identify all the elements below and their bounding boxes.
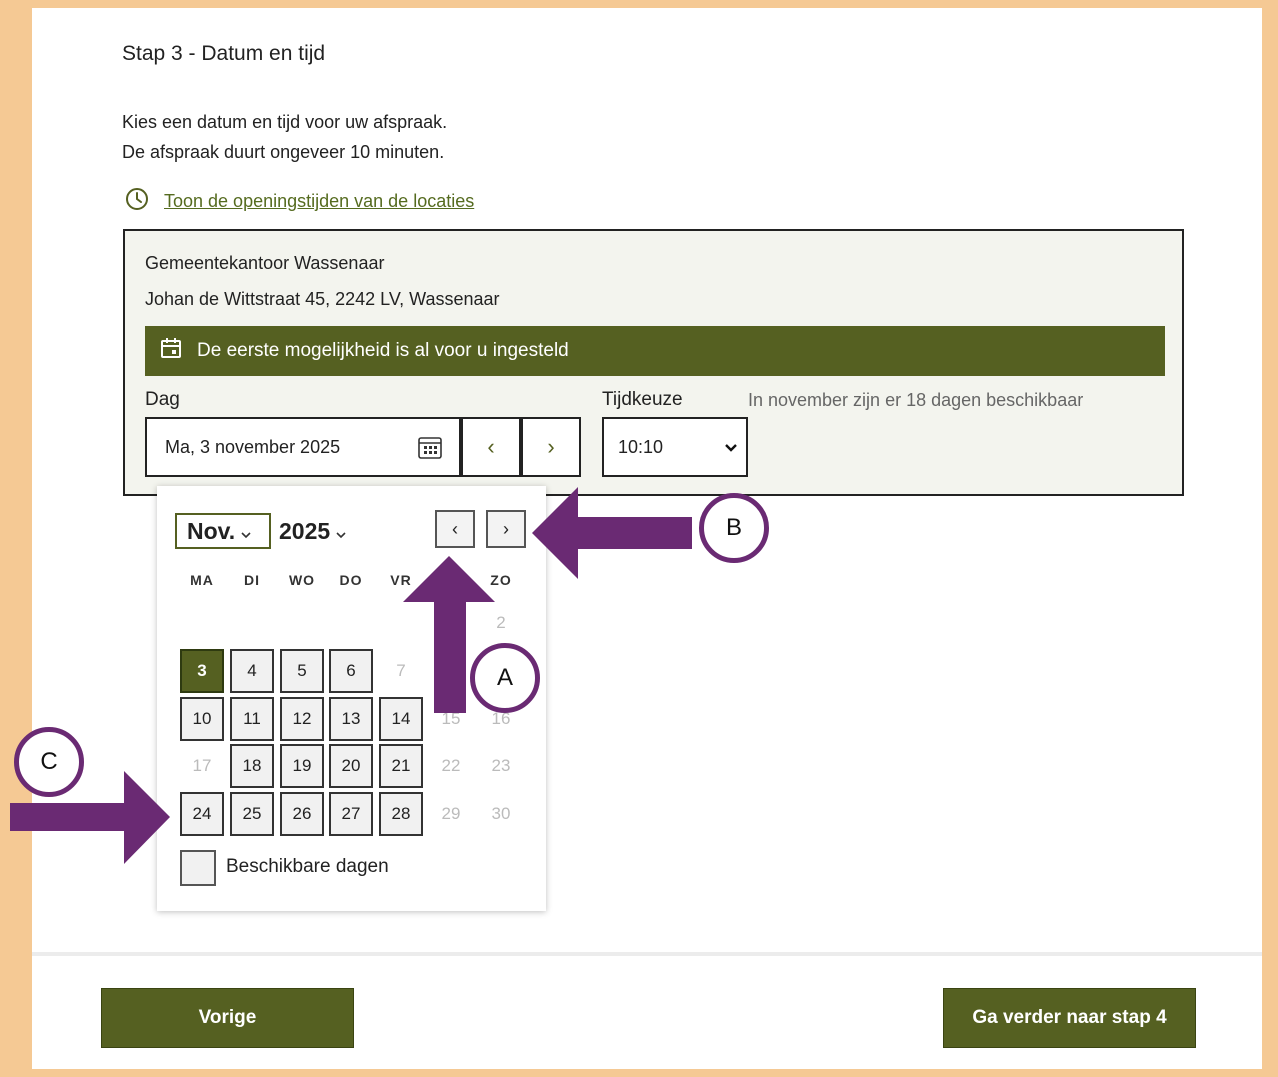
- calendar-day: 29: [441, 804, 461, 823]
- weekday-header: ZA: [440, 572, 462, 588]
- next-day-button[interactable]: ›: [521, 417, 581, 477]
- location-name: Gemeentekantoor Wassenaar: [145, 253, 385, 273]
- next-month-button[interactable]: ›: [486, 510, 526, 548]
- calendar-day-available[interactable]: 27: [329, 792, 373, 836]
- calendar-day-available[interactable]: 14: [379, 697, 423, 741]
- opening-hours-link[interactable]: Toon de openingstijden van de locaties: [164, 191, 474, 212]
- calendar-day: 2: [496, 613, 506, 632]
- annotation-c: C: [14, 727, 84, 797]
- calendar-icon: [159, 336, 183, 366]
- continue-button[interactable]: Ga verder naar stap 4: [943, 988, 1196, 1048]
- calendar-day-available[interactable]: 26: [280, 792, 324, 836]
- legend-label: Beschikbare dagen: [226, 856, 389, 877]
- time-label: Tijdkeuze: [602, 389, 683, 410]
- annotation-a: A: [470, 643, 540, 713]
- date-value: Ma, 3 november 2025: [165, 436, 341, 457]
- opening-hours-link-row[interactable]: Toon de openingstijden van de locaties: [124, 186, 474, 217]
- time-value: 10:10: [618, 436, 664, 457]
- calendar-day-available[interactable]: 28: [379, 792, 423, 836]
- weekday-header: DI: [244, 572, 260, 588]
- calendar-day: 23: [491, 756, 511, 775]
- previous-day-button[interactable]: ‹: [461, 417, 521, 477]
- previous-button[interactable]: Vorige: [101, 988, 354, 1048]
- calendar-day-available[interactable]: 24: [180, 792, 224, 836]
- location-address: Johan de Wittstraat 45, 2242 LV, Wassena…: [145, 289, 500, 309]
- chevron-down-icon: [241, 518, 251, 545]
- calendar-day-available[interactable]: 6: [329, 649, 373, 693]
- calendar-day: 17: [192, 756, 212, 775]
- month-value: Nov.: [187, 517, 236, 544]
- calendar-day: 22: [441, 756, 461, 775]
- calendar-day: 30: [491, 804, 511, 823]
- clock-icon: [124, 186, 150, 217]
- legend-swatch: [180, 850, 216, 886]
- step-title: Stap 3 - Datum en tijd: [122, 42, 326, 65]
- chevron-down-icon: [336, 518, 346, 545]
- weekday-header: MA: [190, 572, 214, 588]
- intro-line-2: De afspraak duurt ongeveer 10 minuten.: [122, 142, 445, 162]
- year-value: 2025: [279, 517, 331, 544]
- weekday-header: WO: [288, 572, 316, 588]
- location-panel: Gemeentekantoor Wassenaar Johan de Witts…: [123, 229, 1184, 496]
- year-select[interactable]: 2025: [279, 513, 346, 549]
- calendar-day-available[interactable]: 18: [230, 744, 274, 788]
- month-select[interactable]: Nov.: [175, 513, 271, 549]
- first-available-banner: De eerste mogelijkheid is al voor u inge…: [145, 326, 1165, 376]
- calendar-day-available[interactable]: 10: [180, 697, 224, 741]
- time-select[interactable]: 10:10: [602, 417, 748, 477]
- calendar-picker-icon[interactable]: [417, 436, 443, 465]
- calendar-day-selected[interactable]: 3: [180, 649, 224, 693]
- availability-text: In november zijn er 18 dagen beschikbaar: [748, 390, 1084, 410]
- intro-line-1: Kies een datum en tijd voor uw afspraak.: [122, 112, 448, 132]
- weekday-header: ZO: [490, 572, 512, 588]
- chevron-down-icon: [724, 437, 738, 458]
- annotation-b: B: [699, 493, 769, 563]
- banner-text: De eerste mogelijkheid is al voor u inge…: [197, 340, 569, 361]
- previous-month-button[interactable]: ‹: [435, 510, 475, 548]
- calendar-day: 7: [396, 661, 406, 680]
- date-input[interactable]: Ma, 3 november 2025: [145, 417, 461, 477]
- calendar-day-available[interactable]: 19: [280, 744, 324, 788]
- calendar-day-available[interactable]: 25: [230, 792, 274, 836]
- calendar-day: 15: [441, 709, 461, 728]
- calendar-day-available[interactable]: 11: [230, 697, 274, 741]
- weekday-header: DO: [339, 572, 363, 588]
- calendar-day-available[interactable]: 20: [329, 744, 373, 788]
- calendar-day-available[interactable]: 12: [280, 697, 324, 741]
- calendar-day-available[interactable]: 4: [230, 649, 274, 693]
- calendar-day-available[interactable]: 5: [280, 649, 324, 693]
- day-label: Dag: [145, 389, 180, 410]
- calendar-day-available[interactable]: 21: [379, 744, 423, 788]
- weekday-header: VR: [390, 572, 412, 588]
- calendar-day-available[interactable]: 13: [329, 697, 373, 741]
- footer-divider: [32, 952, 1262, 956]
